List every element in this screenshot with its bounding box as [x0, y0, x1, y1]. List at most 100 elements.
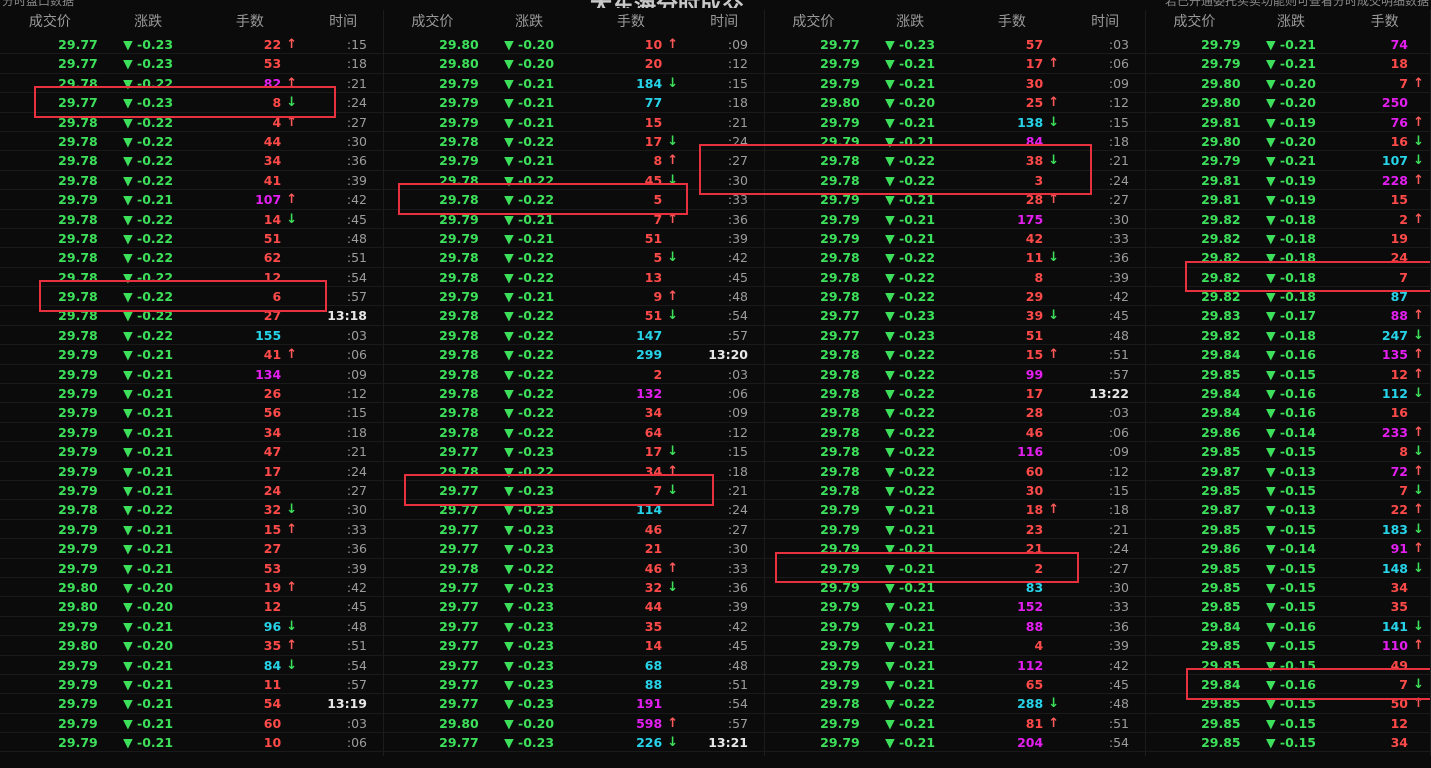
- trade-change: ▼ -0.21: [885, 502, 936, 518]
- trade-volume: 10 ↑: [577, 35, 684, 54]
- trade-volume-value: 19: [263, 579, 282, 595]
- trade-row: 29.79 ▼ -0.21 8 ↑:27: [384, 151, 764, 171]
- column-header-time[interactable]: 时间: [684, 10, 764, 35]
- trade-volume-value: 10: [644, 37, 663, 52]
- trade-volume: 20: [577, 54, 684, 73]
- trade-price: 29.85: [1201, 735, 1241, 751]
- column-header-time[interactable]: 时间: [1065, 10, 1145, 35]
- column-header-volume[interactable]: 手数: [196, 10, 303, 35]
- trade-price: 29.81: [1201, 172, 1241, 188]
- trade-price: 29.80: [58, 579, 98, 595]
- trade-change: ▼ -0.21: [1265, 37, 1316, 52]
- trade-price: 29.79: [58, 192, 98, 208]
- trade-price: 29.79: [58, 657, 98, 673]
- trade-time: :36: [1108, 250, 1129, 266]
- trade-row: 29.79 ▼ -0.21 28 ↑:27: [765, 190, 1145, 210]
- trade-time: :36: [346, 153, 367, 169]
- trade-price: 29.79: [820, 638, 860, 654]
- trade-row: 29.78 ▼ -0.22 99:57: [765, 365, 1145, 385]
- trade-price: 29.79: [58, 405, 98, 421]
- trade-volume: 14 ↓: [196, 210, 303, 229]
- trade-row: 29.82 ▼ -0.18 87: [1146, 287, 1430, 307]
- trade-volume-value: 250: [1381, 95, 1408, 111]
- trade-volume: 68: [577, 656, 684, 675]
- trade-change: ▼ -0.23: [504, 579, 555, 595]
- arrow-down-icon: ↓: [1413, 133, 1424, 149]
- column-header-volume[interactable]: 手数: [959, 10, 1066, 35]
- trade-row: 29.80 ▼ -0.20 25 ↑:12: [765, 93, 1145, 113]
- trade-time: :39: [1108, 638, 1129, 654]
- trade-row: 29.85 ▼ -0.15 12: [1146, 714, 1430, 734]
- trade-time: :15: [346, 405, 367, 421]
- trade-change: ▼ -0.21: [504, 211, 555, 227]
- trade-price: 29.79: [820, 541, 860, 557]
- trade-change: ▼ -0.22: [504, 327, 555, 343]
- trade-time: :24: [727, 133, 748, 149]
- trade-time: :18: [346, 424, 367, 440]
- column-header-price[interactable]: 成交价: [1146, 10, 1243, 35]
- trade-volume: 88 ↑: [1339, 306, 1430, 325]
- trade-change: ▼ -0.23: [504, 638, 555, 654]
- trade-change: ▼ -0.22: [504, 366, 555, 382]
- trade-change: ▼ -0.20: [504, 715, 555, 731]
- trade-volume: 57: [958, 35, 1065, 54]
- trade-change: ▼ -0.22: [885, 289, 936, 305]
- trade-price: 29.79: [58, 735, 98, 751]
- arrow-up-icon: ↑: [667, 211, 679, 227]
- trade-change: ▼ -0.22: [504, 463, 555, 479]
- trade-time: :48: [727, 657, 748, 673]
- trade-price: 29.79: [439, 211, 479, 227]
- trade-price: 29.78: [58, 172, 98, 188]
- trade-row: 29.77 ▼ -0.23 226 ↓ 13:21: [384, 733, 764, 753]
- trade-time: :54: [727, 696, 748, 712]
- trade-volume: 110 ↑: [1339, 636, 1430, 655]
- trade-change: ▼ -0.18: [1265, 289, 1316, 305]
- trade-time: :27: [727, 521, 748, 537]
- column-header-change[interactable]: 涨跌: [1243, 10, 1340, 35]
- trade-row: 29.77 ▼ -0.23 68:48: [384, 656, 764, 675]
- trade-price: 29.78: [439, 347, 479, 363]
- trade-price: 29.82: [1201, 230, 1241, 246]
- trade-time: :27: [346, 482, 367, 498]
- column-header-change[interactable]: 涨跌: [100, 10, 197, 35]
- column-header-volume[interactable]: 手数: [1339, 10, 1430, 35]
- column-header-price[interactable]: 成交价: [0, 10, 100, 35]
- column-header-volume[interactable]: 手数: [578, 10, 685, 35]
- trade-row: 29.79 ▼ -0.21 138 ↓:15: [765, 113, 1145, 132]
- column-header-price[interactable]: 成交价: [384, 10, 481, 35]
- trade-price: 29.79: [1201, 37, 1241, 52]
- column-header-change[interactable]: 涨跌: [481, 10, 578, 35]
- column-header-price[interactable]: 成交价: [765, 10, 862, 35]
- trade-price: 29.79: [820, 715, 860, 731]
- trade-time: :48: [1108, 696, 1129, 712]
- trade-volume-value: 2: [653, 366, 663, 382]
- trade-price: 29.77: [439, 482, 479, 498]
- trade-volume: 24: [196, 481, 303, 500]
- trade-volume-value: 299: [636, 347, 663, 363]
- trade-volume: 51: [577, 229, 684, 248]
- trade-time: :39: [727, 230, 748, 246]
- trade-price: 29.79: [439, 230, 479, 246]
- trade-volume-value: 12: [263, 269, 282, 285]
- trade-volume-value: 42: [1025, 230, 1044, 246]
- trade-price: 29.79: [820, 735, 860, 751]
- trade-volume-value: 141: [1381, 618, 1408, 634]
- trade-volume-value: 5: [653, 250, 663, 266]
- trade-time: :45: [1108, 308, 1129, 324]
- trade-volume: 87: [1339, 287, 1430, 306]
- column-header-change[interactable]: 涨跌: [862, 10, 959, 35]
- trade-volume: 2 ↑: [1339, 210, 1430, 229]
- trade-volume: 27: [196, 306, 303, 325]
- trade-change: ▼ -0.18: [1265, 269, 1316, 285]
- trade-row: 29.77 ▼ -0.23 46:27: [384, 520, 764, 540]
- trade-row: 29.77 ▼ -0.23 22 ↑:15: [0, 35, 383, 55]
- trade-price: 29.84: [1201, 618, 1241, 634]
- column-header-time[interactable]: 时间: [303, 10, 383, 35]
- trade-row: 29.77 ▼ -0.23 114:24: [384, 500, 764, 520]
- trade-volume-value: 47: [263, 444, 282, 460]
- trade-time: :12: [346, 386, 367, 402]
- trade-price: 29.82: [1201, 289, 1241, 305]
- right-note: 若已开通委托买卖功能则可查看分时成交明细数据: [1164, 0, 1429, 8]
- trade-row: 29.78 ▼ -0.22 64:12: [384, 423, 764, 443]
- trade-volume-value: 27: [263, 308, 282, 324]
